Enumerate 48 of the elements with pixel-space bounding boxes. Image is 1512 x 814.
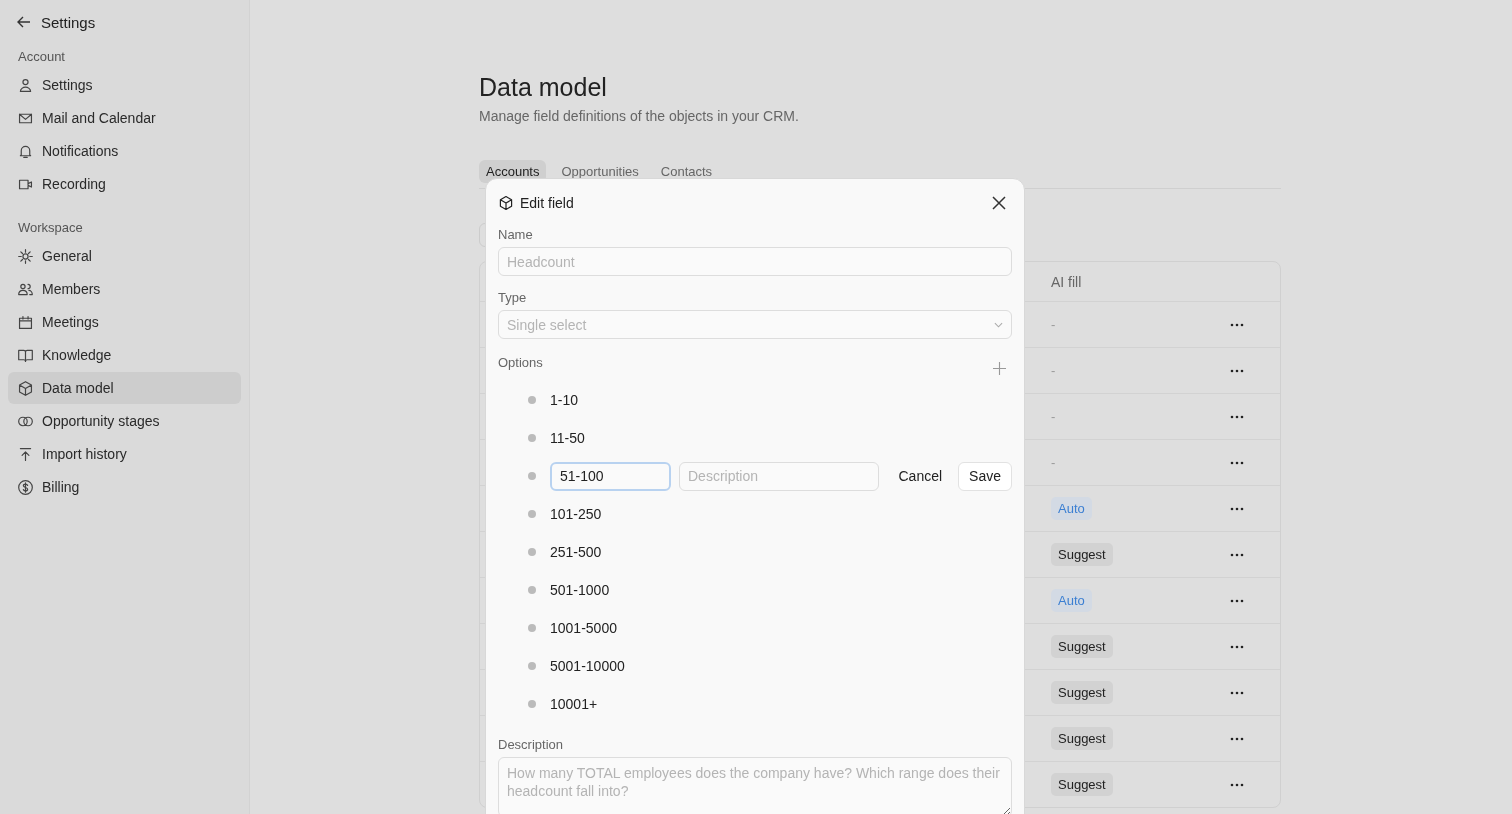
sidebar-item[interactable]: Data model xyxy=(8,372,241,404)
cancel-button[interactable]: Cancel xyxy=(888,461,953,491)
field-label: Type xyxy=(498,290,528,305)
section-label: Account xyxy=(17,48,66,66)
empty-value: - xyxy=(1051,317,1056,332)
option-label[interactable]: 11-50 xyxy=(550,430,585,446)
suggest-tag: Suggest xyxy=(1051,543,1113,566)
sidebar-item[interactable]: Knowledge xyxy=(8,339,241,371)
sidebar-item[interactable]: Members xyxy=(8,273,241,305)
auto-tag: Auto xyxy=(1051,497,1092,520)
name-field[interactable]: Headcount xyxy=(498,247,1012,276)
suggest-tag: Suggest xyxy=(1051,635,1113,658)
save-button[interactable]: Save xyxy=(958,461,1012,491)
column-header: AI fill xyxy=(1051,273,1083,290)
option-label[interactable]: 1001-5000 xyxy=(550,620,617,636)
sidebar-item[interactable]: Notifications xyxy=(8,135,241,167)
sidebar-item[interactable]: Settings xyxy=(8,69,241,101)
suggest-tag: Suggest xyxy=(1051,727,1113,750)
sidebar-item[interactable]: General xyxy=(8,240,241,272)
auto-tag: Auto xyxy=(1051,589,1092,612)
option-name-field[interactable]: 51-100 xyxy=(550,461,671,491)
section-label: Workspace xyxy=(17,219,84,237)
sidebar-title: Settings xyxy=(41,13,96,31)
option-label[interactable]: 101-250 xyxy=(550,506,602,522)
empty-value: - xyxy=(1051,363,1056,378)
option-description-field[interactable]: Description xyxy=(679,461,880,491)
description-field[interactable]: How many TOTAL employees does the company have? Which range does their headcount fall into? xyxy=(498,757,1012,814)
page-title: Data model xyxy=(479,72,608,103)
sidebar-item[interactable]: Billing xyxy=(8,471,241,503)
option-label[interactable]: 10001+ xyxy=(550,696,598,712)
field-label: Description xyxy=(498,737,565,752)
sidebar-item[interactable]: Import history xyxy=(8,438,241,470)
field-label: Options xyxy=(498,355,543,370)
page-subtitle: Manage field definitions of the objects in your CRM. xyxy=(479,108,800,124)
sidebar-item[interactable]: Mail and Calendar xyxy=(8,102,241,134)
dialog-title: Edit field xyxy=(520,195,575,211)
option-label[interactable]: 251-500 xyxy=(550,544,602,560)
suggest-tag: Suggest xyxy=(1051,681,1113,704)
empty-value: - xyxy=(1051,409,1056,424)
option-label[interactable]: 501-1000 xyxy=(550,582,610,598)
sidebar-item[interactable]: Recording xyxy=(8,168,241,200)
option-label[interactable]: 5001-10000 xyxy=(550,658,625,674)
field-label: Name xyxy=(498,227,534,242)
sidebar-item[interactable]: Meetings xyxy=(8,306,241,338)
sidebar-item[interactable]: Opportunity stages xyxy=(8,405,241,437)
empty-value: - xyxy=(1051,455,1056,470)
option-label[interactable]: 1-10 xyxy=(550,392,579,408)
suggest-tag: Suggest xyxy=(1051,773,1113,796)
